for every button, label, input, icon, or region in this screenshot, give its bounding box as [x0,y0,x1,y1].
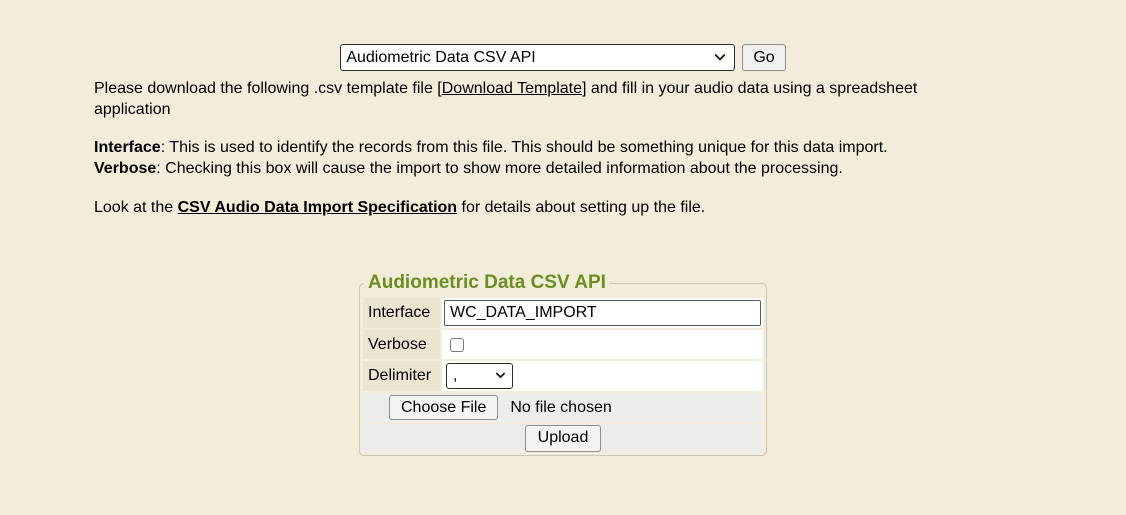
api-select-value: Audiometric Data CSV API [346,49,535,67]
form-table: Interface Verbose Delimiter , [363,297,763,452]
api-toolbar: Audiometric Data CSV API Go [94,44,1032,71]
field-notes: Interface: This is used to identify the … [94,137,1032,179]
intro-text-before: Please download the following .csv templ… [94,80,442,97]
delimiter-field-cell: , [442,361,763,391]
intro-text-after: ] and fill in your audio data using a sp… [582,80,917,97]
spec-text-after: for details about setting up the file. [457,199,705,216]
delimiter-select-value: , [453,367,457,385]
interface-row: Interface [363,298,763,328]
verbose-row: Verbose [363,330,763,359]
csv-spec-link[interactable]: CSV Audio Data Import Specification [178,199,457,216]
delimiter-label: Delimiter [363,361,440,391]
verbose-term: Verbose [94,160,156,177]
delimiter-select[interactable]: , [446,363,513,389]
delimiter-row: Delimiter , [363,361,763,391]
verbose-description: : Checking this box will cause the impor… [156,160,843,177]
intro-text-line2: application [94,101,171,118]
main-content: Audiometric Data CSV API Go Please downl… [94,0,1032,456]
upload-button[interactable]: Upload [525,425,602,452]
file-status-text: No file chosen [510,399,611,417]
spec-text-before: Look at the [94,199,178,216]
interface-term: Interface [94,139,161,156]
verbose-field-cell [442,330,763,359]
interface-label: Interface [363,298,440,328]
chevron-down-icon [496,368,506,378]
interface-input[interactable] [444,300,761,326]
interface-description: : This is used to identify the records f… [161,139,888,156]
chevron-down-icon [715,49,726,60]
form-legend: Audiometric Data CSV API [364,272,610,294]
csv-api-form: Audiometric Data CSV API Interface Verbo… [359,272,767,456]
upload-row: Upload [363,424,763,452]
api-select[interactable]: Audiometric Data CSV API [340,44,735,71]
file-row: Choose File No file chosen [363,393,763,422]
verbose-checkbox[interactable] [450,338,464,352]
download-template-link[interactable]: Download Template [442,80,582,97]
choose-file-button[interactable]: Choose File [389,395,498,420]
go-button[interactable]: Go [742,44,785,71]
spec-paragraph: Look at the CSV Audio Data Import Specif… [94,197,1032,218]
intro-paragraph: Please download the following .csv templ… [94,78,1032,120]
interface-field-cell [442,298,763,328]
verbose-label: Verbose [363,330,440,359]
